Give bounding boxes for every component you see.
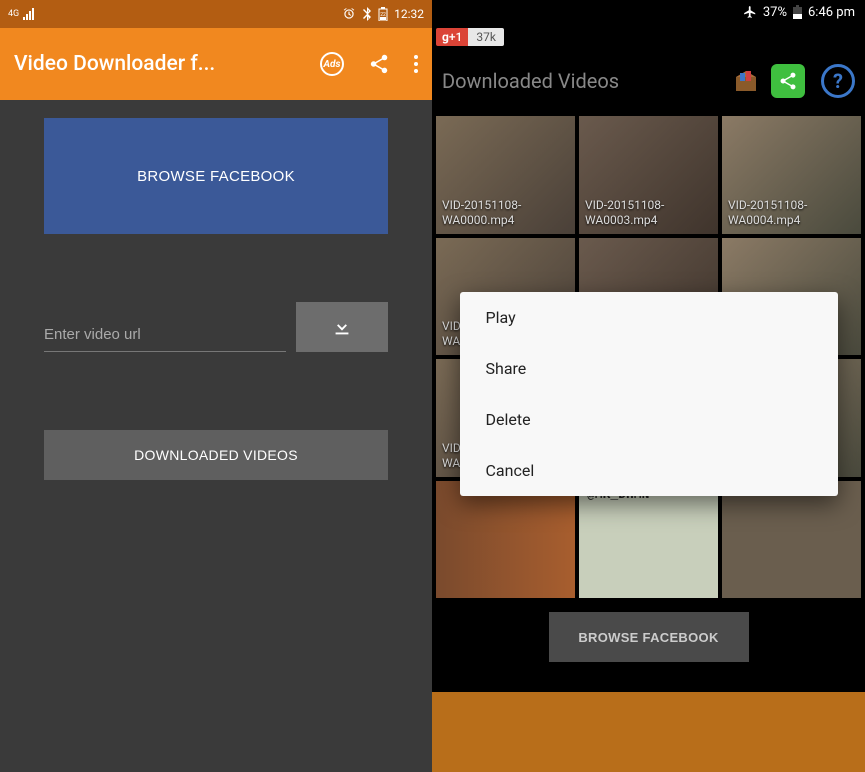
gplus-badge: g+1 [436, 28, 468, 46]
browse-facebook-button[interactable]: BROWSE FACEBOOK [549, 612, 749, 662]
help-button[interactable]: ? [821, 64, 855, 98]
video-thumb[interactable] [436, 481, 575, 599]
battery-icon: 22 [378, 7, 388, 21]
gplus-row: g+1 37k [432, 24, 865, 50]
battery-icon [793, 5, 802, 19]
battery-percent: 37% [763, 5, 787, 20]
video-thumb[interactable]: @MR_DHMN [579, 481, 718, 599]
app-bar: Downloaded Videos ? [432, 50, 865, 112]
share-button[interactable] [771, 64, 805, 98]
video-filename: VID-20151108-WA0004.mp4 [728, 198, 861, 228]
overflow-menu-icon[interactable] [414, 55, 418, 73]
phone-left: 4G 22 12:32 Video Downloader f... Ads BR… [0, 0, 432, 772]
svg-text:22: 22 [380, 12, 386, 18]
dialog-share-item[interactable]: Share [460, 343, 838, 394]
status-time: 12:32 [394, 7, 424, 21]
video-thumb[interactable] [722, 481, 861, 599]
download-icon [331, 316, 353, 338]
gplus-button[interactable]: g+1 37k [436, 28, 504, 46]
url-row [44, 302, 388, 352]
network-type-label: 4G [8, 9, 19, 19]
video-filename: VID-20151108-WA0003.mp4 [585, 198, 718, 228]
video-filename: VID-20151108-WA0000.mp4 [442, 198, 575, 228]
dialog-delete-item[interactable]: Delete [460, 394, 838, 445]
signal-icon [23, 8, 37, 20]
airplane-mode-icon [743, 5, 757, 19]
video-thumb[interactable]: VID-20151108-WA0004.mp4 [722, 116, 861, 234]
apps-icon[interactable] [731, 66, 761, 96]
status-bar: 37% 6:46 pm [432, 0, 865, 24]
video-thumb[interactable]: VID-20151108-WA0000.mp4 [436, 116, 575, 234]
gplus-count: 37k [468, 28, 504, 46]
status-time: 6:46 pm [808, 5, 855, 20]
app-title: Video Downloader f... [14, 52, 304, 76]
bottom-orange-area [432, 692, 865, 772]
dialog-play-item[interactable]: Play [460, 292, 838, 343]
bottom-bar: BROWSE FACEBOOK [432, 602, 865, 692]
browse-facebook-button[interactable]: BROWSE FACEBOOK [44, 118, 388, 234]
status-bar: 4G 22 12:32 [0, 0, 432, 28]
phone-right: 37% 6:46 pm g+1 37k Downloaded Videos ? … [432, 0, 865, 772]
share-icon [778, 71, 798, 91]
context-menu-dialog: Play Share Delete Cancel [460, 292, 838, 496]
download-button[interactable] [296, 302, 388, 352]
video-thumb[interactable]: VID-20151108-WA0003.mp4 [579, 116, 718, 234]
share-icon[interactable] [368, 53, 390, 75]
bluetooth-icon [362, 7, 372, 21]
video-url-input[interactable] [44, 320, 286, 352]
page-title: Downloaded Videos [442, 69, 721, 93]
help-icon: ? [833, 69, 843, 93]
alarm-icon [342, 7, 356, 21]
dialog-cancel-item[interactable]: Cancel [460, 445, 838, 496]
ads-badge-icon[interactable]: Ads [320, 52, 344, 76]
downloaded-videos-button[interactable]: DOWNLOADED VIDEOS [44, 430, 388, 480]
app-bar: Video Downloader f... Ads [0, 28, 432, 100]
main-body: BROWSE FACEBOOK DOWNLOADED VIDEOS [0, 100, 432, 772]
